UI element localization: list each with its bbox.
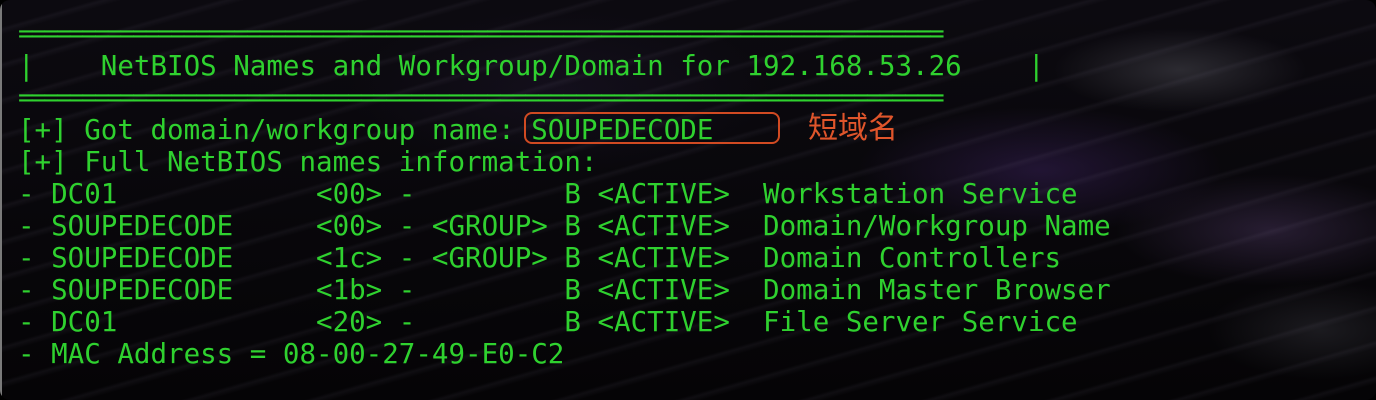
netbios-row: - DC01 <20> - B <ACTIVE> File Server Ser… bbox=[18, 306, 1078, 338]
netbios-row: - SOUPEDECODE <00> - <GROUP> B <ACTIVE> … bbox=[18, 210, 1111, 242]
terminal-window: ========================================… bbox=[0, 0, 1376, 400]
netbios-row: - SOUPEDECODE <1b> - B <ACTIVE> Domain M… bbox=[18, 274, 1111, 306]
window-left-border bbox=[0, 0, 2, 400]
netbios-row: - DC01 <00> - B <ACTIVE> Workstation Ser… bbox=[18, 178, 1078, 210]
header-rule-bottom: ========================================… bbox=[18, 83, 945, 113]
full-info-line: [+] Full NetBIOS names information: bbox=[18, 146, 598, 178]
annotation-label: 短域名 bbox=[808, 111, 898, 146]
header-rule-top: ========================================… bbox=[18, 19, 945, 49]
domain-highlight-box bbox=[524, 112, 780, 144]
header-title: | NetBIOS Names and Workgroup/Domain for… bbox=[18, 50, 1045, 82]
domain-prefix: [+] Got domain/workgroup name: bbox=[18, 114, 532, 146]
mac-address-line: - MAC Address = 08-00-27-49-E0-C2 bbox=[18, 338, 565, 370]
netbios-row: - SOUPEDECODE <1c> - <GROUP> B <ACTIVE> … bbox=[18, 242, 1062, 274]
